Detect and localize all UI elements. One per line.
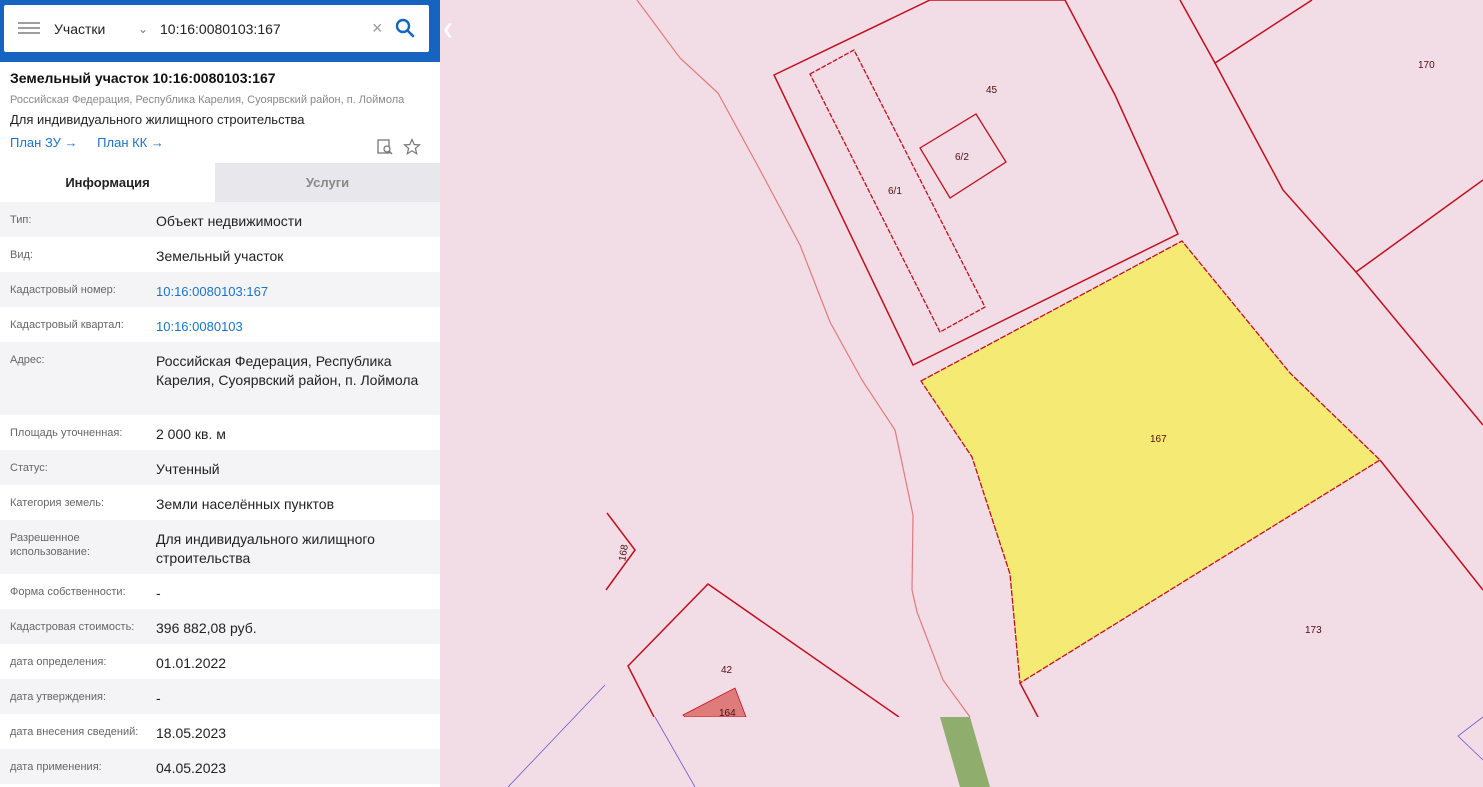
map-label-173: 173: [1305, 625, 1322, 636]
row-value: -: [156, 585, 161, 601]
info-row-kind: Вид: Земельный участок: [0, 237, 440, 272]
row-label: Разрешенное использование:: [10, 532, 90, 558]
row-label: Вид:: [10, 249, 33, 261]
row-value: Объект недвижимости: [156, 213, 303, 229]
row-label: Адрес:: [10, 354, 45, 366]
row-value: -: [156, 690, 161, 706]
row-label: дата внесения сведений:: [10, 726, 139, 738]
parcel-title: Земельный участок 10:16:0080103:167: [10, 70, 276, 86]
info-row-entry-date: дата внесения сведений: 18.05.2023: [0, 714, 440, 749]
info-sidebar: Участки ⌄ × Земельный участок 10:16:0080…: [0, 0, 440, 787]
menu-icon[interactable]: [18, 19, 40, 39]
info-row-area: Площадь уточненная: 2 000 кв. м: [0, 415, 440, 450]
row-label: Форма собственности:: [10, 586, 126, 598]
info-row-address: Адрес: Российская Федерация, Республика …: [0, 342, 440, 415]
map-label-164: 164: [719, 708, 736, 719]
row-label: Кадастровая стоимость:: [10, 621, 135, 633]
row-label: Категория земель:: [10, 497, 105, 509]
row-label: Кадастровый номер:: [10, 284, 116, 296]
info-row-determination-date: дата определения: 01.01.2022: [0, 644, 440, 679]
row-label: Тип:: [10, 214, 32, 226]
layer-select[interactable]: Участки ⌄: [54, 15, 154, 43]
info-row-land-category: Категория земель: Земли населённых пункт…: [0, 485, 440, 520]
row-value: Учтенный: [156, 461, 220, 477]
row-label: Кадастровый квартал:: [10, 319, 124, 331]
info-row-cadastral-value: Кадастровая стоимость: 396 882,08 руб.: [0, 609, 440, 644]
info-row-approval-date: дата утверждения: -: [0, 679, 440, 714]
info-row-application-date: дата применения: 04.05.2023: [0, 749, 440, 784]
row-label: дата применения:: [10, 761, 102, 773]
info-row-status: Статус: Учтенный: [0, 450, 440, 485]
plan-zu-link[interactable]: План ЗУ →: [10, 135, 78, 150]
plan-kk-link[interactable]: План КК →: [97, 135, 164, 150]
row-label: дата определения:: [10, 656, 107, 668]
info-row-cadastral-number: Кадастровый номер: 10:16:0080103:167: [0, 272, 440, 307]
close-icon[interactable]: ×: [372, 17, 383, 39]
document-search-icon[interactable]: [376, 138, 394, 156]
map-label-167: 167: [1150, 434, 1167, 445]
row-value: 396 882,08 руб.: [156, 620, 257, 636]
row-value: Земли населённых пунктов: [156, 496, 335, 512]
plan-links: План ЗУ → План КК →: [10, 135, 430, 150]
row-label: дата утверждения:: [10, 691, 107, 703]
info-row-type: Тип: Объект недвижимости: [0, 202, 440, 237]
row-label: Статус:: [10, 462, 48, 474]
map-label-42: 42: [721, 665, 733, 676]
info-row-permitted-use: Разрешенное использование: Для индивидуа…: [0, 520, 440, 574]
parcel-usage: Для индивидуального жилищного строительс…: [10, 112, 305, 127]
row-label: Площадь уточненная:: [10, 427, 123, 439]
parcel-header: Земельный участок 10:16:0080103:167 Росс…: [10, 70, 430, 155]
search-input[interactable]: [160, 15, 360, 43]
map-label-170: 170: [1418, 60, 1435, 71]
search-box: Участки ⌄ ×: [4, 5, 429, 52]
info-tabs: Информация Услуги: [0, 163, 440, 202]
map-label-6-2: 6/2: [955, 152, 969, 163]
row-value: 04.05.2023: [156, 760, 227, 776]
row-value: 01.01.2022: [156, 655, 227, 671]
map-label-45: 45: [986, 85, 998, 96]
row-value: Российская Федерация, Республика Карелия…: [156, 353, 419, 388]
search-bar: Участки ⌄ ×: [0, 0, 440, 62]
chevron-left-icon[interactable]: ❮: [440, 14, 456, 44]
map-label-6-1: 6/1: [888, 186, 902, 197]
info-row-cadastral-quarter: Кадастровый квартал: 10:16:0080103: [0, 307, 440, 342]
tab-information[interactable]: Информация: [0, 163, 215, 202]
cadastral-number-link[interactable]: 10:16:0080103:167: [156, 282, 426, 301]
row-value: Для индивидуального жилищного строительс…: [156, 531, 375, 566]
row-value: 18.05.2023: [156, 725, 227, 741]
search-icon[interactable]: [394, 17, 416, 39]
chevron-down-icon: ⌄: [138, 22, 149, 36]
layer-select-value: Участки: [54, 21, 106, 37]
row-value: 2 000 кв. м: [156, 426, 226, 442]
tab-services[interactable]: Услуги: [215, 163, 440, 202]
cadastral-quarter-link[interactable]: 10:16:0080103: [156, 317, 426, 336]
info-row-ownership: Форма собственности: -: [0, 574, 440, 609]
info-table: Тип: Объект недвижимости Вид: Земельный …: [0, 202, 440, 784]
star-icon[interactable]: [403, 138, 421, 156]
row-value: Земельный участок: [156, 248, 284, 264]
parcel-address: Российская Федерация, Республика Карелия…: [10, 94, 405, 106]
